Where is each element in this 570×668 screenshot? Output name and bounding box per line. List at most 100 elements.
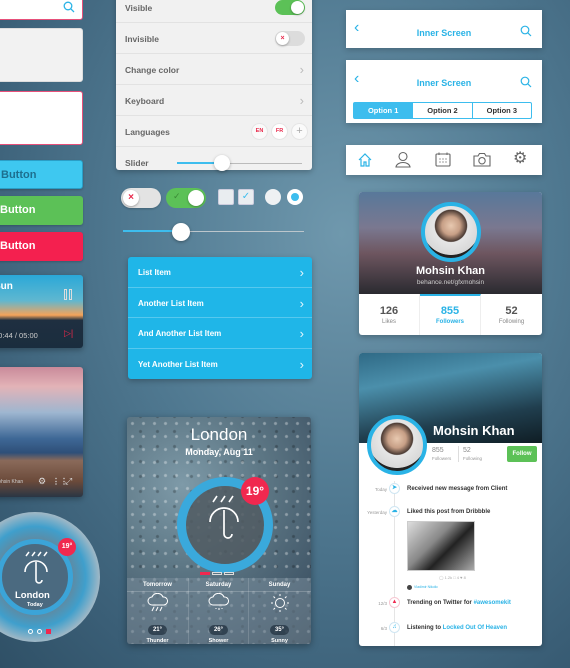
stat-followers[interactable]: 855 Followers	[420, 294, 481, 335]
timeline-card: Mohsin Khan 855 Followers 52 Following F…	[359, 353, 542, 646]
list-item[interactable]: Yet Another List Item ›	[128, 349, 312, 380]
event-text: Trending on Twitter for	[407, 600, 474, 606]
button-label: Button	[1, 169, 37, 181]
invisible-toggle[interactable]: ×	[275, 31, 305, 46]
chevron-right-icon: ›	[299, 62, 304, 77]
video-title: Sun	[0, 281, 13, 292]
radio-selected[interactable]	[287, 189, 303, 205]
language-en[interactable]: EN	[251, 123, 268, 140]
paper-plane-icon: ➤	[389, 483, 400, 494]
settings-row-languages: Languages EN FR +	[116, 116, 312, 147]
list-item-label: And Another List Item	[138, 329, 222, 338]
search-icon[interactable]	[520, 25, 532, 37]
stat-value: 52	[505, 305, 518, 317]
search-input[interactable]	[0, 0, 83, 20]
video-time: 00:44 / 05:00	[0, 331, 38, 340]
round-weather-day: Today	[27, 602, 43, 608]
video-player[interactable]: Sun 00:44 / 05:00 ▷|	[0, 275, 83, 348]
round-weather-widget[interactable]: 19° London Today	[0, 512, 100, 642]
danger-button[interactable]: Button	[0, 232, 83, 261]
weather-card: London Monday, Aug 11 19° Tomorrow 21° T…	[127, 417, 311, 644]
cloud-icon: ☁	[389, 506, 400, 517]
slider-handle[interactable]	[171, 223, 190, 241]
settings-label: Invisible	[125, 34, 160, 44]
camera-icon[interactable]	[473, 152, 491, 167]
sun-icon	[270, 594, 289, 612]
forecast-condition: Thunder	[146, 638, 169, 644]
forecast-day: Sunday 35° Sunny	[249, 578, 310, 644]
hashtag-link[interactable]: #awesomekit	[474, 600, 511, 606]
chevron-right-icon: ›	[299, 326, 304, 341]
add-language-button[interactable]: +	[291, 123, 308, 140]
button-label: Button	[0, 240, 36, 252]
segment-option-2[interactable]: Option 2	[413, 103, 473, 118]
segment-option-3[interactable]: Option 3	[473, 103, 531, 118]
forecast-condition: Shower	[208, 638, 229, 644]
home-icon[interactable]	[357, 152, 373, 168]
fullscreen-icon[interactable]: ⤢	[65, 476, 72, 487]
toggle-off[interactable]: ×	[121, 188, 161, 208]
dribbble-post-image[interactable]	[407, 521, 475, 571]
toggle-on[interactable]: ✓	[166, 188, 206, 208]
checkbox-checked[interactable]: ✓	[238, 189, 254, 205]
search-icon[interactable]	[520, 76, 532, 88]
profile-url[interactable]: behance.net/gfxmohsin	[359, 279, 542, 286]
post-author[interactable]: Vladimir Nikolic	[414, 585, 438, 589]
settings-row-keyboard[interactable]: Keyboard ›	[116, 85, 312, 116]
list-item[interactable]: Another List Item ›	[128, 288, 312, 318]
stat-likes[interactable]: 126 Likes	[359, 294, 420, 335]
text-area-disabled[interactable]	[0, 28, 83, 82]
visible-toggle[interactable]	[275, 0, 305, 15]
following-count: 52	[463, 447, 471, 454]
event-text: Received new message from Client	[407, 486, 508, 492]
event-date: 6/3	[380, 626, 387, 631]
list-item-label: Another List Item	[138, 298, 204, 308]
chevron-right-icon: ›	[299, 93, 304, 108]
calendar-icon[interactable]	[435, 152, 451, 167]
gallery-caption: Mohsin Khan	[0, 479, 24, 485]
user-icon[interactable]	[395, 151, 411, 168]
stat-label: Followers	[435, 319, 464, 325]
settings-row-invisible[interactable]: Invisible ×	[116, 23, 312, 54]
forecast-day: Saturday 26° Shower	[188, 578, 249, 644]
chevron-right-icon: ›	[299, 356, 304, 372]
text-area-error[interactable]	[0, 91, 83, 145]
forecast-temp: 21°	[147, 625, 168, 635]
skip-next-icon[interactable]: ▷|	[64, 328, 73, 339]
weather-city: London	[190, 425, 248, 444]
follow-button[interactable]: Follow	[507, 446, 537, 462]
forecast-panel: Tomorrow 21° Thunder Saturday 26° Shower…	[127, 578, 311, 644]
image-gallery[interactable]: Mohsin Khan ⚙ ⋮⋮ ⤢	[0, 367, 83, 497]
pause-icon[interactable]	[64, 289, 67, 300]
temperature-badge: 19°	[241, 477, 269, 505]
language-fr[interactable]: FR	[271, 123, 288, 140]
page-indicator[interactable]	[200, 572, 234, 575]
success-button[interactable]: Button	[0, 196, 83, 225]
settings-row-visible[interactable]: Visible	[116, 0, 312, 23]
song-link[interactable]: Locked Out Of Heaven	[443, 625, 507, 631]
settings-label: Slider	[125, 158, 149, 168]
settings-slider-handle[interactable]	[214, 155, 230, 171]
settings-icon[interactable]: ⚙	[513, 148, 527, 168]
settings-row-slider: Slider	[116, 147, 312, 178]
list-item[interactable]: List Item ›	[128, 257, 312, 288]
round-weather-city: London	[15, 590, 50, 601]
search-icon[interactable]	[63, 1, 75, 13]
checkbox-unchecked[interactable]	[218, 189, 234, 205]
umbrella-icon	[24, 551, 48, 584]
primary-button[interactable]: Button	[0, 160, 83, 189]
settings-row-change-color[interactable]: Change color ›	[116, 54, 312, 85]
chevron-right-icon: ›	[299, 295, 304, 311]
avatar[interactable]	[421, 202, 481, 262]
list-item[interactable]: And Another List Item ›	[128, 318, 312, 349]
page-dots[interactable]	[28, 629, 51, 634]
stat-value: 855	[440, 305, 460, 317]
settings-icon[interactable]: ⚙	[38, 476, 46, 487]
avatar[interactable]	[367, 415, 427, 475]
stat-label: Likes	[381, 319, 396, 325]
radio-unselected[interactable]	[265, 189, 281, 205]
temperature-badge: 19°	[58, 538, 76, 556]
stat-following[interactable]: 52 Following	[481, 294, 542, 335]
segment-option-1[interactable]: Option 1	[354, 103, 414, 118]
nav-title: Inner Screen	[416, 78, 472, 88]
